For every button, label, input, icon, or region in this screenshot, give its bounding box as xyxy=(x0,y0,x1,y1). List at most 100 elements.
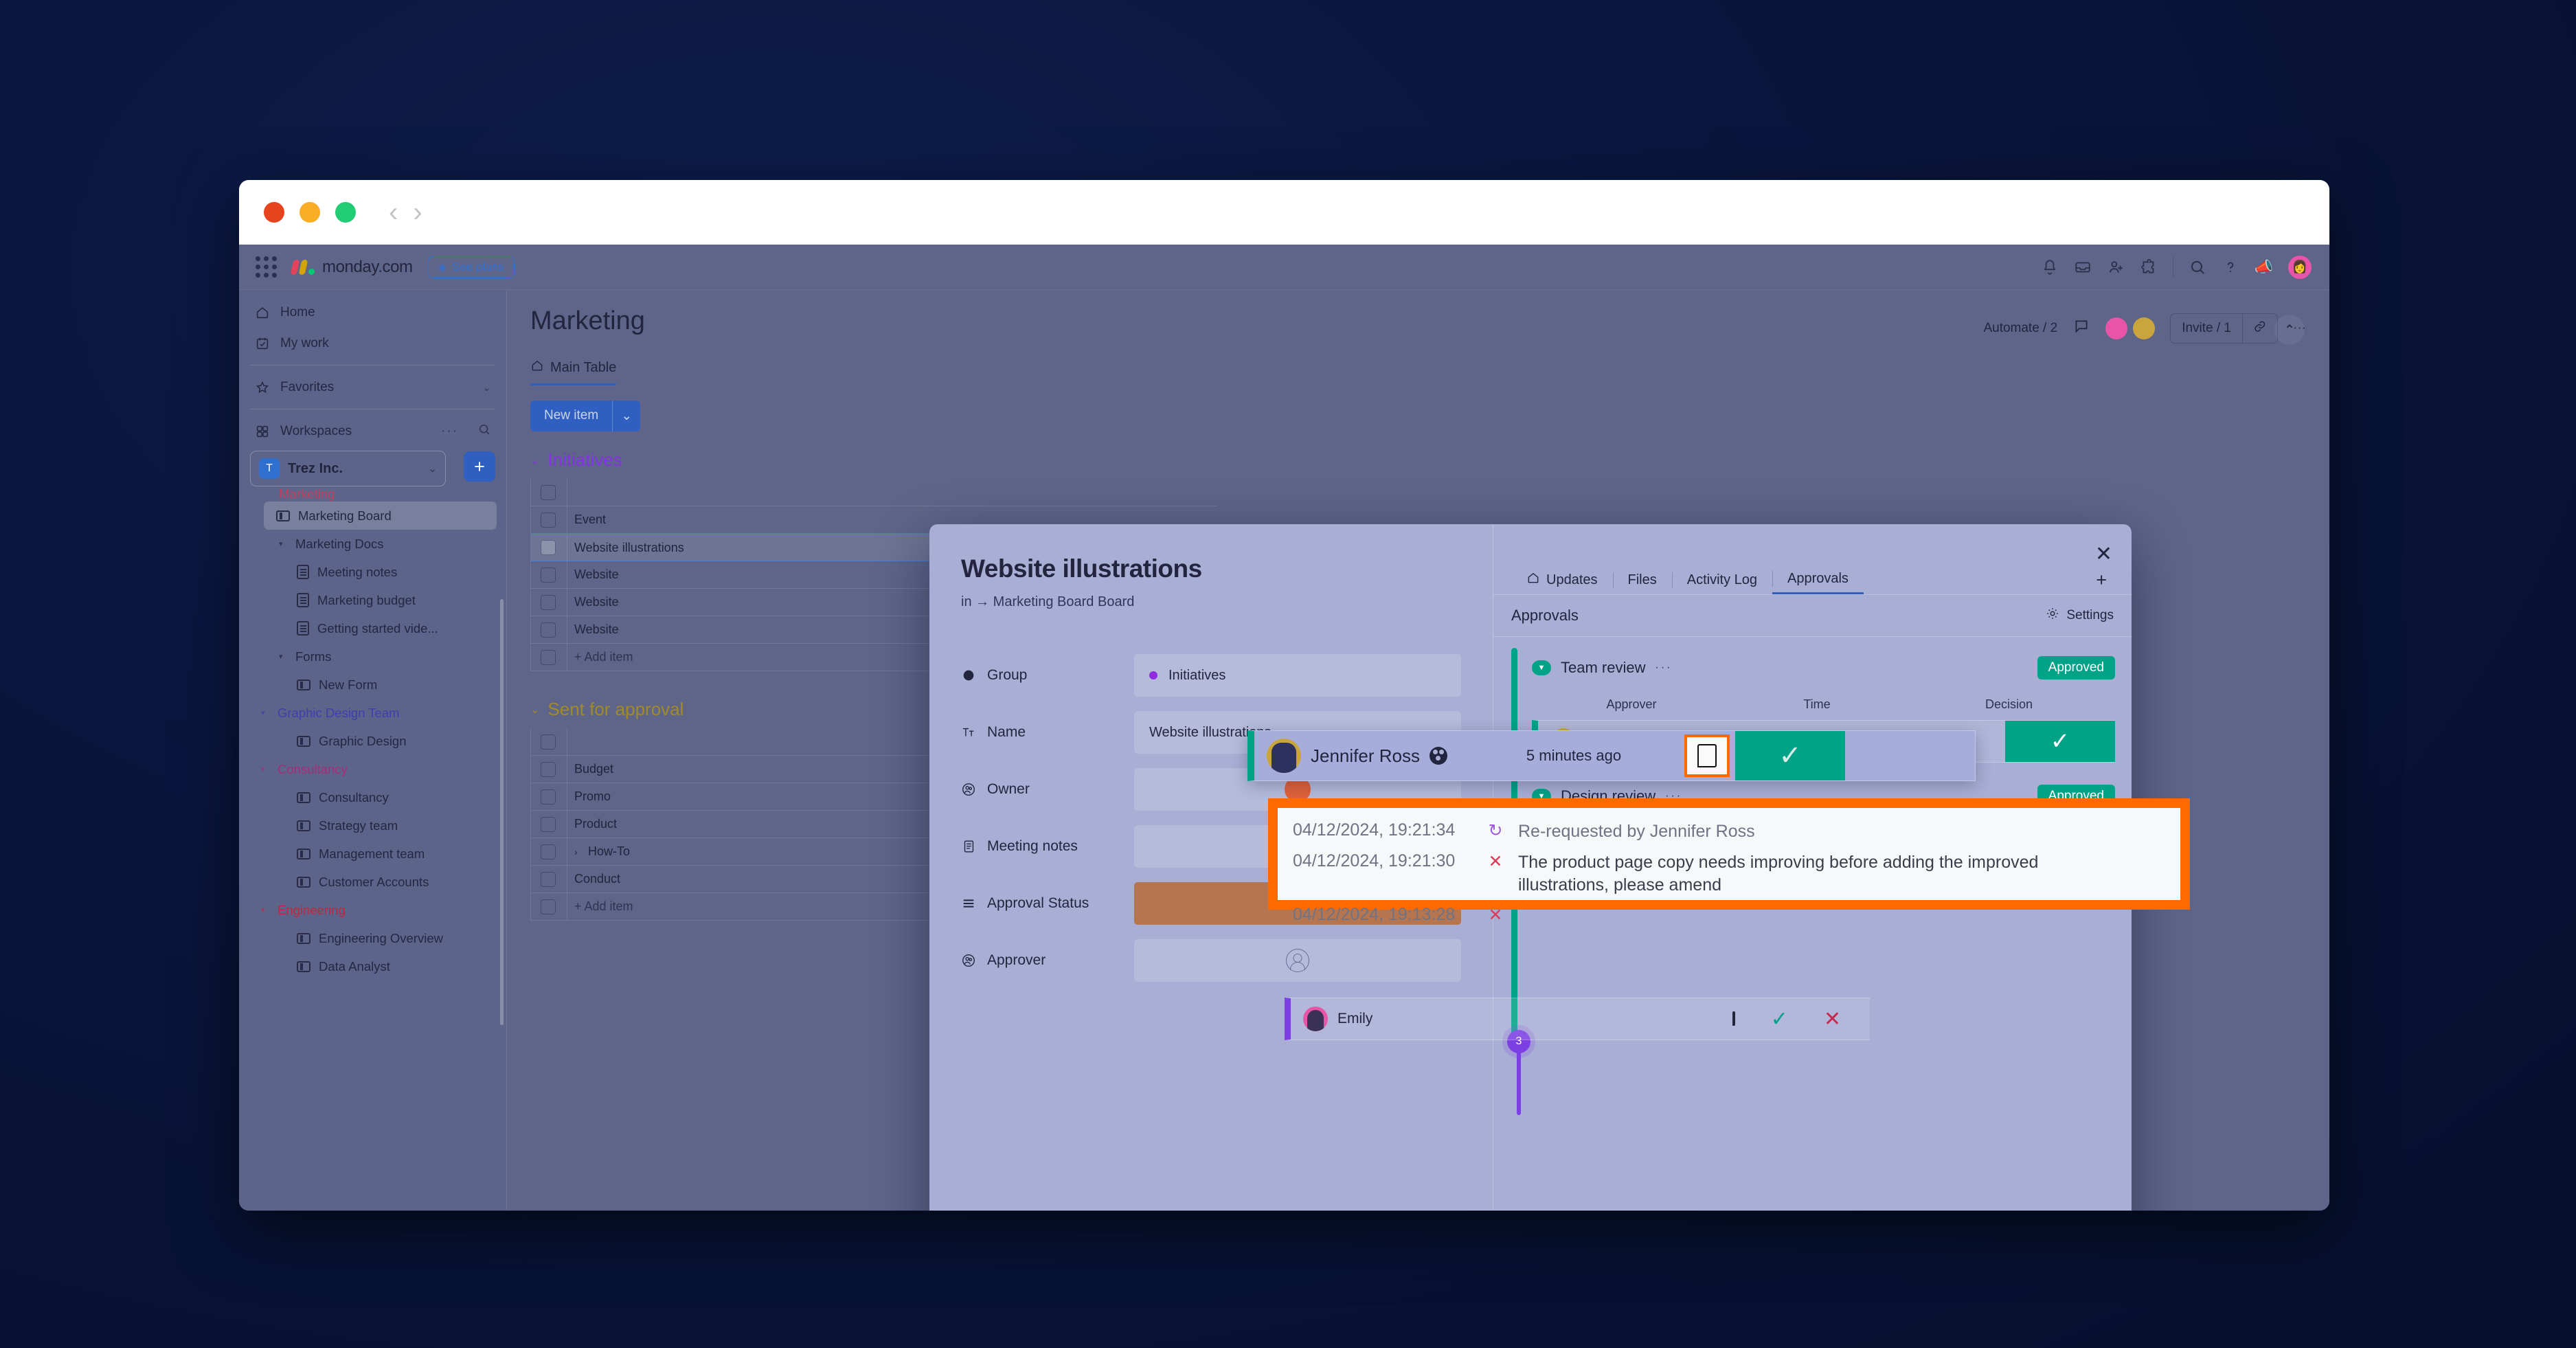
sidebar-tree-group-consultancy[interactable]: ▾ Consultancy xyxy=(239,755,506,783)
help-icon[interactable] xyxy=(2222,258,2239,276)
approval-decision-approved[interactable]: ✓ xyxy=(1735,731,1845,780)
chevron-down-icon[interactable]: ▼ xyxy=(1532,660,1551,675)
row-checkbox[interactable] xyxy=(541,649,556,665)
caret-right-icon[interactable]: › xyxy=(574,846,588,857)
add-tab-button[interactable]: + xyxy=(2096,570,2114,591)
add-workspace-button[interactable]: + xyxy=(464,451,495,482)
approval-note-button-highlighted[interactable] xyxy=(1684,734,1730,777)
sidebar-item-new-form[interactable]: New Form xyxy=(239,671,506,699)
table-row[interactable] xyxy=(531,479,1217,506)
caret-down-icon[interactable]: ▾ xyxy=(279,539,287,548)
sidebar-item-marketing-docs[interactable]: ▾ Marketing Docs xyxy=(239,530,506,558)
row-checkbox[interactable] xyxy=(541,899,556,914)
approver-row-focused[interactable]: Jennifer Ross 5 minutes ago ✓ xyxy=(1247,730,1976,781)
new-item-button[interactable]: New item ⌄ xyxy=(530,401,641,431)
board-comment-icon[interactable] xyxy=(2072,317,2090,339)
sidebar-item-data-analyst[interactable]: Data Analyst xyxy=(239,952,506,980)
sidebar-item-favorites[interactable]: Favorites ⌄ xyxy=(239,372,506,403)
invite-button[interactable]: Invite / 1 xyxy=(2170,313,2279,344)
board-member-avatar[interactable] xyxy=(2105,317,2128,339)
row-checkbox[interactable] xyxy=(541,594,556,610)
sidebar-item-customer-accounts[interactable]: Customer Accounts xyxy=(239,868,506,896)
caret-down-icon[interactable]: ▾ xyxy=(279,652,287,661)
row-checkbox[interactable] xyxy=(541,871,556,887)
sidebar-item-workspaces[interactable]: Workspaces ··· xyxy=(239,416,506,447)
sidebar-item-marketing-budget[interactable]: Marketing budget xyxy=(239,586,506,614)
tab-approvals[interactable]: Approvals xyxy=(1772,565,1864,594)
sidebar-item-graphic-design[interactable]: Graphic Design xyxy=(239,727,506,755)
copy-link-icon[interactable] xyxy=(2242,314,2277,343)
collapse-panel-button[interactable]: ⌃ xyxy=(2274,315,2305,345)
waffle-menu-icon[interactable] xyxy=(256,256,277,278)
monday-logo[interactable]: monday.com xyxy=(290,258,413,277)
stage-more-icon[interactable]: ··· xyxy=(1655,662,1672,674)
nav-back-icon[interactable]: ‹ xyxy=(389,199,398,226)
search-icon[interactable] xyxy=(2189,258,2206,276)
row-checkbox[interactable] xyxy=(541,789,556,805)
invite-member-icon[interactable] xyxy=(2107,258,2125,276)
tab-updates[interactable]: Updates xyxy=(1511,565,1613,594)
row-checkbox[interactable] xyxy=(541,512,556,528)
window-minimize-button[interactable] xyxy=(300,202,320,223)
approval-decision-approved[interactable]: ✓ xyxy=(2005,721,2115,762)
sidebar-item-consultancy[interactable]: Consultancy xyxy=(239,783,506,811)
chevron-down-icon[interactable]: ⌄ xyxy=(482,381,491,394)
sidebar-tree-group-graphic-design-team[interactable]: ▾ Graphic Design Team xyxy=(239,699,506,727)
workspaces-more-icon[interactable]: ··· xyxy=(441,424,458,439)
sidebar-item-management-team[interactable]: Management team xyxy=(239,840,506,868)
tab-activity-log[interactable]: Activity Log xyxy=(1671,567,1772,594)
sidebar-item-strategy-team[interactable]: Strategy team xyxy=(239,811,506,840)
sidebar-item-marketing-board[interactable]: Marketing Board xyxy=(264,502,497,530)
board-icon xyxy=(297,679,310,690)
sidebar-tree-group-marketing[interactable]: Marketing xyxy=(239,489,506,502)
sidebar-item-engineering-overview[interactable]: Engineering Overview xyxy=(239,924,506,952)
row-checkbox[interactable] xyxy=(541,734,556,750)
note-timestamp: 04/12/2024, 19:21:30 xyxy=(1293,851,1456,870)
field-value-approver[interactable] xyxy=(1134,939,1461,982)
automate-button[interactable]: Automate / 2 xyxy=(1983,321,2057,336)
sidebar-item-forms[interactable]: ▾ Forms xyxy=(239,642,506,671)
chevron-down-icon[interactable]: ⌄ xyxy=(612,401,640,431)
caret-down-icon[interactable]: ⌄ xyxy=(530,453,539,467)
approval-note-button[interactable] xyxy=(1732,1011,1735,1026)
row-checkbox[interactable] xyxy=(541,844,556,860)
row-checkbox[interactable] xyxy=(541,484,556,500)
sidebar-item-my-work[interactable]: My work xyxy=(239,328,506,359)
sidebar-tree-label: Data Analyst xyxy=(319,958,390,974)
see-plans-button[interactable]: ◈ See plans xyxy=(427,256,515,278)
pending-approver-row[interactable]: Emily ✓ ✕ xyxy=(1285,998,1870,1040)
caret-down-icon[interactable]: ▾ xyxy=(261,765,269,774)
sidebar-scrollbar[interactable] xyxy=(500,599,504,1025)
user-avatar[interactable]: 👩 xyxy=(2288,255,2312,279)
row-checkbox[interactable] xyxy=(541,622,556,638)
workspace-selector[interactable]: T Trez Inc. ⌄ xyxy=(250,451,446,486)
caret-down-icon[interactable]: ▾ xyxy=(261,906,269,914)
approvals-settings-button[interactable]: Settings xyxy=(2045,606,2114,625)
apps-puzzle-icon[interactable] xyxy=(2140,258,2158,276)
row-checkbox[interactable] xyxy=(541,761,556,777)
tab-files[interactable]: Files xyxy=(1612,567,1672,594)
sidebar-item-meeting-notes[interactable]: Meeting notes xyxy=(239,558,506,586)
tab-main-table[interactable]: Main Table xyxy=(530,359,617,385)
caret-down-icon[interactable]: ▾ xyxy=(261,708,269,717)
notification-bell-icon[interactable] xyxy=(2041,258,2059,276)
field-value-group[interactable]: Initiatives xyxy=(1134,654,1461,697)
window-maximize-button[interactable] xyxy=(335,202,356,223)
row-checkbox[interactable] xyxy=(541,816,556,832)
row-checkbox[interactable] xyxy=(541,540,556,555)
row-checkbox[interactable] xyxy=(541,567,556,583)
close-icon[interactable]: ✕ xyxy=(2095,542,2112,566)
workspaces-search-icon[interactable] xyxy=(477,423,491,440)
nav-forward-icon[interactable]: › xyxy=(413,199,422,226)
board-member-avatar[interactable] xyxy=(2133,317,2156,339)
sidebar-item-getting-started-video[interactable]: Getting started vide... xyxy=(239,614,506,642)
window-close-button[interactable] xyxy=(264,202,284,223)
sidebar-item-home[interactable]: Home xyxy=(239,297,506,328)
approve-button[interactable]: ✓ xyxy=(1771,1007,1788,1031)
inbox-icon[interactable] xyxy=(2074,258,2092,276)
megaphone-icon[interactable]: 📣 xyxy=(2255,258,2273,276)
caret-down-icon[interactable]: ⌄ xyxy=(530,703,539,717)
reject-button[interactable]: ✕ xyxy=(1824,1007,1841,1031)
sidebar-tree-group-engineering[interactable]: ▾ Engineering xyxy=(239,896,506,924)
chevron-down-icon[interactable]: ⌄ xyxy=(428,462,437,475)
